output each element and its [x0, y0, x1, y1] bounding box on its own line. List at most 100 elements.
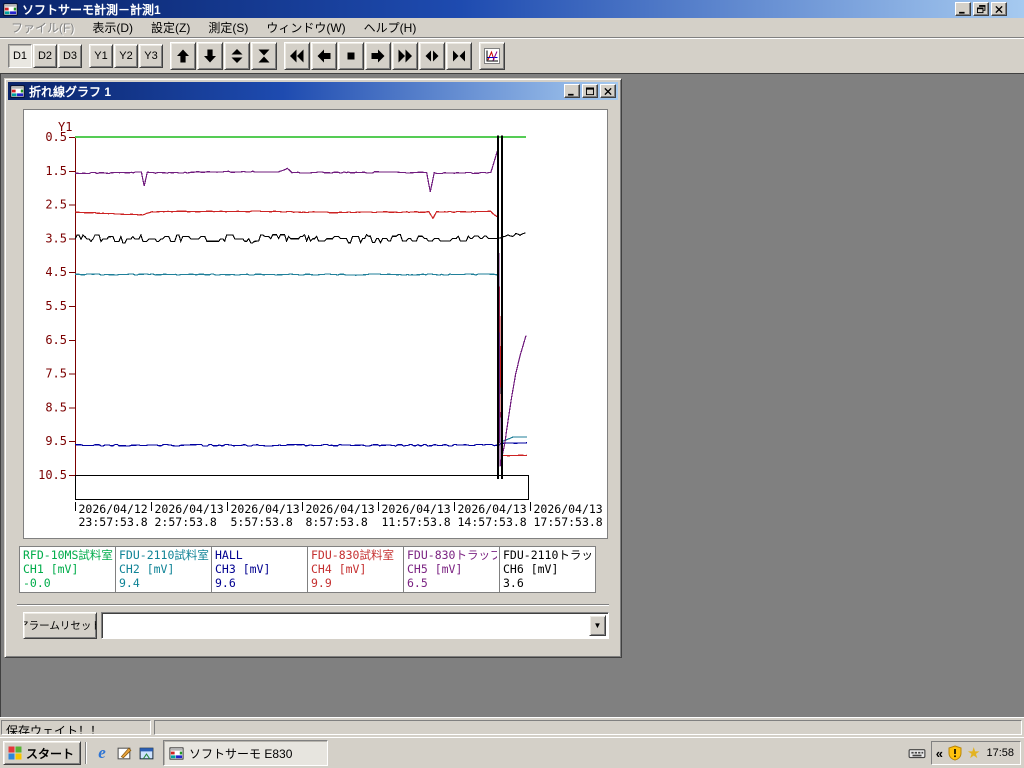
- status-panel-extra: [154, 720, 1022, 735]
- channel-value: 9.9: [311, 576, 332, 590]
- alarm-combobox-value[interactable]: [104, 615, 589, 636]
- internet-explorer-icon[interactable]: e: [91, 742, 113, 764]
- chart-icon: [484, 47, 500, 64]
- menu-settings[interactable]: 設定(Z): [142, 17, 199, 39]
- y-tick-label: 5.5: [45, 299, 67, 313]
- expand-vertical-icon: [231, 48, 243, 63]
- menu-measure[interactable]: 測定(S): [199, 17, 257, 39]
- toolbar-button-y1[interactable]: Y1: [89, 43, 113, 68]
- x-tick-date: 2026/04/13: [231, 502, 300, 516]
- y-tick-label: 3.5: [45, 231, 67, 245]
- toolbar-group-2: Y1 Y2 Y3: [89, 43, 163, 68]
- toolbar: D1 D2 D3 Y1 Y2 Y3: [0, 37, 1024, 73]
- toolbar-button-expand-vertical[interactable]: [224, 41, 250, 70]
- toolbar-button-chart[interactable]: [479, 41, 505, 70]
- toolbar-button-d2[interactable]: D2: [33, 43, 57, 68]
- graph-minimize-button[interactable]: [564, 84, 580, 98]
- x-tick-time: 17:57:53.8: [534, 515, 603, 529]
- channel-name: RFD-10MS試料室: [23, 548, 113, 562]
- x-tick-date: 2026/04/13: [458, 502, 527, 516]
- toolbar-button-compress-horizontal[interactable]: [446, 41, 472, 70]
- series-ch3: [74, 442, 528, 447]
- toolbar-button-arrow-down[interactable]: [197, 41, 223, 70]
- channel-name: HALL: [215, 548, 243, 562]
- channel-value: 9.4: [119, 576, 140, 590]
- menu-file[interactable]: ファイル(F): [2, 17, 83, 39]
- main-minimize-button[interactable]: [955, 2, 971, 16]
- toolbar-group-3: [170, 41, 277, 70]
- status-message: 保存ウェイト！！: [1, 720, 151, 735]
- channel-name: FDU-830試料室: [311, 548, 394, 562]
- star-icon[interactable]: ★: [967, 744, 980, 762]
- arrow-down-icon: [204, 49, 216, 62]
- legend-channel-6: FDU-2110トラップCH6 [mV]3.6: [499, 546, 596, 593]
- main-titlebar: ソフトサーモ計測－計測1: [0, 0, 1024, 18]
- toolbar-button-expand-horizontal[interactable]: [419, 41, 445, 70]
- quick-launch-icon[interactable]: [135, 742, 157, 764]
- y-tick-label: 8.5: [45, 400, 67, 414]
- main-restore-button[interactable]: [973, 2, 989, 16]
- mdi-client-area: 折れ線グラフ 1 Y1 0.5 1.5 2.5 3.5 4.5 5.5 6.5 7.5 8.5 9.…: [0, 73, 1024, 717]
- window-title: ソフトサーモ計測－計測1: [22, 2, 161, 17]
- main-close-button[interactable]: [991, 2, 1007, 16]
- toolbar-button-arrow-left[interactable]: [311, 41, 337, 70]
- tray-chevron-icon[interactable]: «: [936, 746, 943, 761]
- security-shield-icon[interactable]: [947, 745, 963, 761]
- series-ch5: [75, 148, 527, 467]
- menu-help[interactable]: ヘルプ(H): [355, 17, 426, 39]
- line-chart: Y10.51.52.53.54.55.56.57.58.59.510.52026…: [38, 120, 603, 529]
- channel-unit: CH3 [mV]: [215, 562, 271, 576]
- x-tick-time: 5:57:53.8: [231, 515, 293, 529]
- statusbar: 保存ウェイト！！: [0, 717, 1024, 737]
- graph-maximize-button[interactable]: [582, 84, 598, 98]
- app-icon: [10, 84, 25, 99]
- series-ch4: [74, 210, 528, 457]
- channel-legend-strip: RFD-10MS試料室 CH1 [mV] -0.0 FDU-2110試料室 CH2 [m…: [19, 546, 596, 593]
- x-tick-date: 2026/04/12: [79, 502, 148, 516]
- legend-channel-5: FDU-830トラップ CH5 [mV] 6.5: [403, 546, 500, 593]
- toolbar-button-stop[interactable]: [338, 41, 364, 70]
- toolbar-group-1: D1 D2 D3: [8, 43, 82, 68]
- start-button-label: スタート: [26, 746, 75, 761]
- arrow-left-icon: [317, 49, 331, 62]
- graph-window-titlebar[interactable]: 折れ線グラフ 1: [8, 82, 618, 100]
- toolbar-button-arrow-up[interactable]: [170, 41, 196, 70]
- x-scroll-box: [75, 475, 529, 500]
- y-tick-label: 2.5: [45, 198, 67, 212]
- menu-view[interactable]: 表示(D): [83, 17, 142, 39]
- taskbar-task-softthermo[interactable]: ソフトサーモ E830: [163, 740, 329, 766]
- toolbar-button-arrow-right[interactable]: [365, 41, 391, 70]
- keyboard-icon[interactable]: [906, 742, 928, 764]
- y-tick-label: 4.5: [45, 265, 67, 279]
- toolbar-button-double-right[interactable]: [392, 41, 418, 70]
- x-tick-date: 2026/04/13: [534, 502, 603, 516]
- x-tick-time: 2:57:53.8: [155, 515, 217, 529]
- toolbar-button-y3[interactable]: Y3: [139, 43, 163, 68]
- toolbar-button-double-left[interactable]: [284, 41, 310, 70]
- x-tick-date: 2026/04/13: [382, 502, 451, 516]
- task-button-label: ソフトサーモ E830: [189, 746, 293, 761]
- toolbar-button-y2[interactable]: Y2: [114, 43, 138, 68]
- y-tick-label: 7.5: [45, 367, 67, 381]
- graph-close-button[interactable]: [600, 84, 616, 98]
- channel-name: FDU-2110トラップ: [503, 548, 593, 562]
- legend-channel-1: RFD-10MS試料室 CH1 [mV] -0.0: [19, 546, 116, 593]
- toolbar-group-4: [284, 41, 472, 70]
- system-tray: « ★ 17:58: [930, 741, 1021, 765]
- x-tick-date: 2026/04/13: [306, 502, 375, 516]
- toolbar-button-d3[interactable]: D3: [58, 43, 82, 68]
- channel-unit: CH1 [mV]: [23, 562, 79, 576]
- alarm-reset-button[interactable]: アラームリセット: [23, 612, 97, 639]
- line-chart-panel: Y1 0.5 1.5 2.5 3.5 4.5 5.5 6.5 7.5 8.5 9.5 10.5 2026…: [23, 109, 608, 539]
- x-tick-date: 2026/04/13: [155, 502, 224, 516]
- toolbar-button-compress-vertical[interactable]: [251, 41, 277, 70]
- arrow-up-icon: [177, 49, 189, 62]
- menu-window[interactable]: ウィンドウ(W): [257, 17, 354, 39]
- start-button[interactable]: スタート: [3, 741, 82, 765]
- combobox-dropdown-icon[interactable]: ▼: [589, 615, 606, 636]
- channel-name: FDU-830トラップ: [407, 548, 497, 562]
- show-desktop-icon[interactable]: [113, 742, 135, 764]
- legend-channel-2: FDU-2110試料室 CH2 [mV] 9.4: [115, 546, 212, 593]
- toolbar-button-d1[interactable]: D1: [8, 43, 32, 68]
- alarm-combobox[interactable]: ▼: [101, 612, 609, 639]
